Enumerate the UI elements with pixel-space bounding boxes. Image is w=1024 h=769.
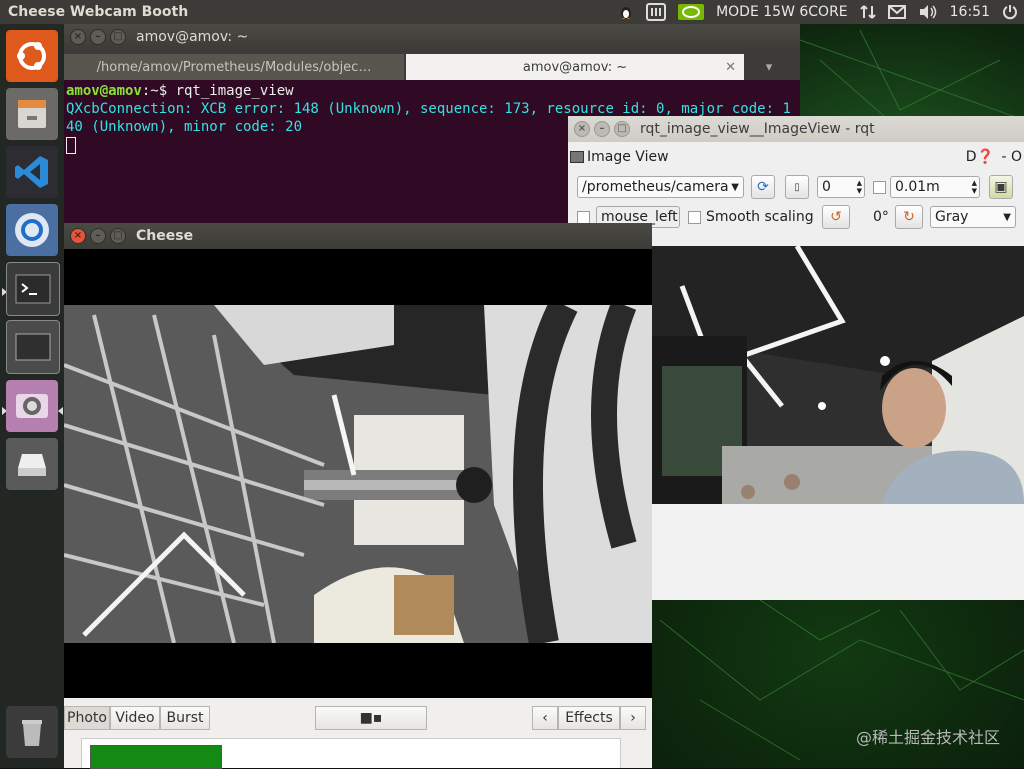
- prompt-path: :~$: [141, 83, 176, 99]
- webcam-preview: [64, 249, 652, 698]
- effects-prev-button[interactable]: ‹: [532, 706, 558, 730]
- terminal-tabbar: /home/amov/Prometheus/Modules/objec… amo…: [64, 50, 800, 80]
- save-image-icon[interactable]: ▣: [989, 175, 1013, 199]
- plugin-label: Image View: [587, 149, 669, 165]
- minimize-button[interactable]: –: [594, 121, 610, 137]
- maximize-button[interactable]: □: [614, 121, 630, 137]
- camera-icon: ■▪: [359, 710, 383, 726]
- prompt-user: amov@amov: [66, 83, 142, 99]
- minimize-button[interactable]: –: [90, 29, 106, 45]
- tab-modules[interactable]: /home/amov/Prometheus/Modules/objec…: [64, 54, 404, 80]
- effects-next-button[interactable]: ›: [620, 706, 646, 730]
- effects-button[interactable]: Effects: [558, 706, 620, 730]
- network-icon[interactable]: [854, 0, 882, 24]
- chevron-down-icon: ▼: [731, 181, 739, 193]
- image-view-icon: [570, 151, 584, 163]
- mail-icon[interactable]: [882, 0, 912, 24]
- chevron-down-icon: ▼: [1003, 211, 1011, 223]
- rqt-title: rqt_image_view__ImageView - rqt: [640, 121, 875, 137]
- rqt-image-view[interactable]: [652, 246, 1024, 504]
- terminal-icon[interactable]: [6, 262, 60, 316]
- focused-indicator: [58, 407, 63, 415]
- topic-select[interactable]: /prometheus/camera ▼: [577, 176, 744, 198]
- terminal-titlebar[interactable]: × – □ amov@amov: ~: [64, 24, 800, 50]
- cheese-title: Cheese: [136, 228, 194, 244]
- workspace-icon[interactable]: [6, 320, 60, 374]
- close-icon[interactable]: ✕: [725, 60, 736, 75]
- power-mode-label[interactable]: MODE 15W 6CORE: [710, 0, 854, 24]
- help-icon[interactable]: D❓: [966, 149, 994, 165]
- drive-icon[interactable]: [6, 438, 58, 490]
- thumbnail-strip: [81, 738, 621, 769]
- thumbnail-item[interactable]: [90, 745, 222, 769]
- new-tab-icon[interactable]: ▾: [744, 54, 794, 80]
- files-icon[interactable]: [6, 88, 58, 140]
- topic-value: /prometheus/camera: [582, 179, 729, 195]
- topic-toolbar: /prometheus/camera ▼ ⟳ ▯ 0 ▲ ▼ 0.01m ▲ ▼ ▣: [568, 172, 1024, 202]
- cheese-window: × – □ Cheese Photo Video Burst ■▪ ‹ Effe…: [64, 223, 652, 769]
- spin-value: 0: [822, 179, 831, 195]
- rotate-right-icon[interactable]: ↻: [895, 205, 923, 229]
- volume-icon[interactable]: [912, 0, 944, 24]
- webcam-image: [64, 305, 652, 643]
- nvidia-icon[interactable]: [672, 0, 710, 24]
- color-mode-value: Gray: [935, 209, 969, 225]
- mode-video[interactable]: Video: [110, 706, 160, 730]
- smooth-checkbox[interactable]: [688, 210, 701, 224]
- plugin-close-icon[interactable]: - O: [1001, 149, 1022, 165]
- rqt-empty-area: [652, 504, 1024, 600]
- power-icon[interactable]: [996, 0, 1024, 24]
- refresh-icon[interactable]: ⟳: [751, 175, 775, 199]
- rqt-titlebar[interactable]: × – □ rqt_image_view__ImageView - rqt: [568, 116, 1024, 142]
- zoom-field[interactable]: 0.01m ▲ ▼: [890, 176, 980, 198]
- plugin-header: Image View D❓ - O: [568, 142, 1024, 172]
- tab-home-label: amov@amov: ~: [522, 59, 628, 75]
- launcher: [0, 24, 64, 768]
- maximize-button[interactable]: □: [110, 29, 126, 45]
- camera-image: [652, 246, 1024, 504]
- take-photo-button[interactable]: ■▪: [315, 706, 427, 730]
- rotation-label: 0°: [873, 209, 889, 225]
- close-button[interactable]: ×: [70, 228, 86, 244]
- cheese-toolbar: Photo Video Burst ■▪ ‹ Effects ›: [64, 698, 652, 769]
- pause-icon[interactable]: ▯: [785, 175, 809, 199]
- stepper-icon[interactable]: ▲ ▼: [972, 179, 977, 195]
- watermark: @稀土掘金技术社区: [855, 728, 1000, 747]
- mouse-checkbox[interactable]: [577, 210, 590, 224]
- stepper-icon[interactable]: ▲ ▼: [857, 179, 862, 195]
- trash-icon[interactable]: [6, 706, 58, 758]
- chromium-icon[interactable]: [6, 204, 58, 256]
- close-button[interactable]: ×: [574, 121, 590, 137]
- clock[interactable]: 16:51: [944, 0, 996, 24]
- maximize-button[interactable]: □: [110, 228, 126, 244]
- ubuntu-icon[interactable]: [6, 30, 58, 82]
- color-mode-select[interactable]: Gray ▼: [930, 206, 1016, 228]
- zoom-checkbox[interactable]: [873, 180, 886, 194]
- system-tray: MODE 15W 6CORE 16:51: [612, 0, 1024, 24]
- zoom-value: 0.01m: [895, 179, 940, 195]
- spin-box[interactable]: 0 ▲ ▼: [817, 176, 865, 198]
- active-app-title: Cheese Webcam Booth: [8, 4, 189, 20]
- smooth-label: Smooth scaling: [706, 209, 814, 225]
- tux-icon[interactable]: [612, 0, 640, 24]
- minimize-button[interactable]: –: [90, 228, 106, 244]
- webcam-frame: [64, 305, 652, 643]
- mode-photo[interactable]: Photo: [64, 706, 110, 730]
- terminal-cursor: [66, 136, 76, 154]
- command-text: rqt_image_view: [175, 83, 294, 99]
- vscode-icon[interactable]: [6, 146, 58, 198]
- close-button[interactable]: ×: [70, 29, 86, 45]
- tab-home[interactable]: amov@amov: ~ ✕: [406, 54, 744, 80]
- mode-burst[interactable]: Burst: [160, 706, 210, 730]
- terminal-title: amov@amov: ~: [136, 29, 249, 45]
- cheese-icon[interactable]: [6, 380, 58, 432]
- top-panel: Cheese Webcam Booth MODE 15W 6CORE 16:51: [0, 0, 1024, 24]
- rotate-left-icon[interactable]: ↺: [822, 205, 850, 229]
- cheese-titlebar[interactable]: × – □ Cheese: [64, 223, 652, 249]
- keyboard-icon[interactable]: [640, 0, 672, 24]
